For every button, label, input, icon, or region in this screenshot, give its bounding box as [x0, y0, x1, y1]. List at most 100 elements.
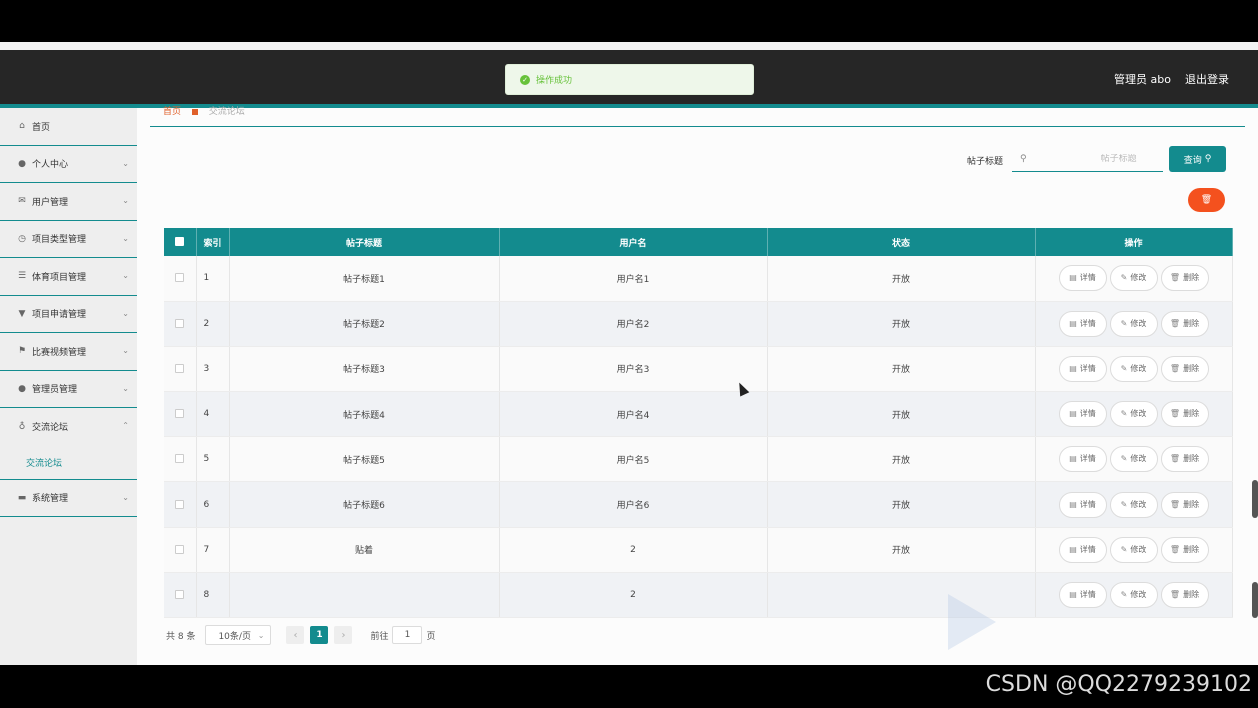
detail-label: 详情 — [1079, 409, 1096, 419]
edit-button[interactable]: ✎ 修改 — [1109, 310, 1158, 337]
sidebar-item-forum[interactable]: ♁ 交流论坛 ⌃ — [0, 408, 137, 446]
detail-button[interactable]: ▤ 详情 — [1058, 265, 1107, 292]
column-header: 用户名 — [499, 228, 768, 256]
row-status: 开放 — [767, 436, 1036, 483]
page-number-current[interactable]: 1 — [310, 626, 329, 644]
pencil-icon: ✎ — [1120, 409, 1128, 419]
edit-button[interactable]: ✎ 修改 — [1109, 446, 1158, 473]
sidebar-item-system-management[interactable]: ▬ 系统管理 ⌄ — [0, 480, 137, 517]
detail-button[interactable]: ▤ 详情 — [1058, 581, 1107, 608]
row-select-cell — [164, 481, 197, 528]
search-field[interactable]: ⚲ — [1012, 146, 1163, 172]
row-checkbox[interactable] — [175, 363, 185, 373]
edit-label: 修改 — [1130, 544, 1147, 554]
row-checkbox[interactable] — [175, 454, 185, 464]
logout-link[interactable]: 退出登录 — [1185, 71, 1229, 87]
goto-page-input[interactable]: 1 — [392, 626, 423, 644]
edit-button[interactable]: ✎ 修改 — [1109, 491, 1158, 518]
row-checkbox[interactable] — [175, 544, 185, 554]
sidebar-item-match-video[interactable]: ⚑ 比赛视频管理 ⌄ — [0, 333, 137, 371]
detail-button[interactable]: ▤ 详情 — [1058, 310, 1107, 337]
delete-button[interactable]: 🗑 删除 — [1160, 265, 1209, 292]
row-user: 用户名2 — [499, 301, 768, 347]
batch-delete-button[interactable]: 🗑 — [1188, 188, 1225, 212]
page-size-select[interactable]: 10条/页 ⌄ — [205, 625, 272, 645]
column-header: 索引 — [196, 228, 230, 256]
row-title — [229, 572, 500, 619]
trash-icon: 🗑 — [1169, 318, 1181, 328]
detail-button[interactable]: ▤ 详情 — [1058, 401, 1107, 428]
detail-button[interactable]: ▤ 详情 — [1058, 536, 1107, 563]
row-checkbox[interactable] — [175, 273, 185, 283]
row-checkbox[interactable] — [175, 409, 185, 419]
delete-button[interactable]: 🗑 删除 — [1160, 310, 1209, 337]
delete-button[interactable]: 🗑 删除 — [1160, 355, 1209, 382]
row-index: 4 — [196, 391, 230, 438]
delete-button[interactable]: 🗑 删除 — [1160, 581, 1209, 608]
scrollbar-thumb[interactable] — [1252, 480, 1258, 518]
document-icon: ▤ — [1069, 273, 1077, 283]
query-button[interactable]: 查询 ⚲ — [1169, 146, 1226, 172]
detail-label: 详情 — [1079, 318, 1096, 328]
row-index: 8 — [196, 572, 230, 619]
sidebar-item-home[interactable]: ⌂ 首页 — [0, 108, 137, 146]
select-all-checkbox[interactable] — [175, 237, 185, 246]
sidebar-item-user-management[interactable]: ✉ 用户管理 ⌄ — [0, 183, 137, 221]
breadcrumb: 首页 交流论坛 — [163, 104, 245, 117]
sidebar-item-sports-project[interactable]: ☰ 体育项目管理 ⌄ — [0, 258, 137, 296]
row-checkbox[interactable] — [175, 589, 185, 599]
home-icon: ⌂ — [19, 121, 25, 132]
row-title: 帖子标题2 — [229, 301, 500, 347]
row-user: 用户名6 — [499, 481, 768, 528]
detail-button[interactable]: ▤ 详情 — [1058, 446, 1107, 473]
location-icon: ● — [18, 383, 26, 394]
sidebar-item-project-application[interactable]: ▼ 项目申请管理 ⌄ — [0, 296, 137, 333]
row-status: 开放 — [767, 256, 1036, 302]
row-status: 开放 — [767, 301, 1036, 347]
edit-button[interactable]: ✎ 修改 — [1109, 355, 1158, 382]
row-select-cell — [164, 256, 197, 302]
row-status: 开放 — [767, 346, 1036, 393]
search-label: 帖子标题 — [967, 157, 1004, 167]
sidebar-item-project-type[interactable]: ◷ 项目类型管理 ⌄ — [0, 221, 137, 258]
search-input[interactable] — [1026, 153, 1137, 164]
delete-button[interactable]: 🗑 删除 — [1160, 491, 1209, 518]
row-user: 用户名4 — [499, 391, 768, 438]
row-checkbox[interactable] — [175, 499, 185, 509]
table-row: 8 2 ▤ 详情 ✎ 修改 🗑 删除 — [164, 572, 1233, 619]
chevron-down-icon: ⌄ — [122, 492, 129, 502]
delete-button[interactable]: 🗑 删除 — [1160, 401, 1209, 428]
delete-button[interactable]: 🗑 删除 — [1160, 536, 1209, 563]
row-user: 用户名3 — [499, 346, 768, 393]
column-header: 状态 — [767, 228, 1036, 256]
prev-page-button[interactable]: ‹ — [286, 626, 305, 644]
edit-button[interactable]: ✎ 修改 — [1109, 401, 1158, 428]
chevron-right-icon: › — [341, 629, 346, 641]
trash-icon: 🗑 — [1169, 499, 1181, 509]
trash-icon: 🗑 — [1169, 273, 1181, 283]
sidebar-item-personal-center[interactable]: ● 个人中心 ⌄ — [0, 146, 137, 183]
pagination: 共 8 条 10条/页 ⌄ ‹ 1 › 前往 1 页 — [166, 625, 435, 645]
row-select-cell — [164, 572, 197, 619]
breadcrumb-home[interactable]: 首页 — [163, 107, 181, 117]
edit-button[interactable]: ✎ 修改 — [1109, 536, 1158, 563]
detail-label: 详情 — [1079, 499, 1096, 509]
edit-label: 修改 — [1130, 363, 1147, 373]
scrollbar-thumb[interactable] — [1252, 582, 1258, 618]
row-user: 用户名5 — [499, 436, 768, 483]
edit-button[interactable]: ✎ 修改 — [1109, 581, 1158, 608]
detail-button[interactable]: ▤ 详情 — [1058, 355, 1107, 382]
sidebar-subitem-forum[interactable]: 交流论坛 — [0, 446, 137, 480]
toast-message: 操作成功 — [536, 76, 573, 86]
delete-label: 删除 — [1183, 363, 1200, 373]
next-page-button[interactable]: › — [334, 626, 353, 644]
breadcrumb-current: 交流论坛 — [208, 107, 245, 117]
delete-label: 删除 — [1183, 544, 1200, 554]
cup-icon: ▼ — [18, 308, 26, 319]
row-checkbox[interactable] — [175, 318, 185, 328]
row-actions: ▤ 详情 ✎ 修改 🗑 删除 — [1035, 572, 1233, 619]
edit-button[interactable]: ✎ 修改 — [1109, 265, 1158, 292]
sidebar-item-admin-management[interactable]: ● 管理员管理 ⌄ — [0, 371, 137, 408]
delete-button[interactable]: 🗑 删除 — [1160, 446, 1209, 473]
detail-button[interactable]: ▤ 详情 — [1058, 491, 1107, 518]
